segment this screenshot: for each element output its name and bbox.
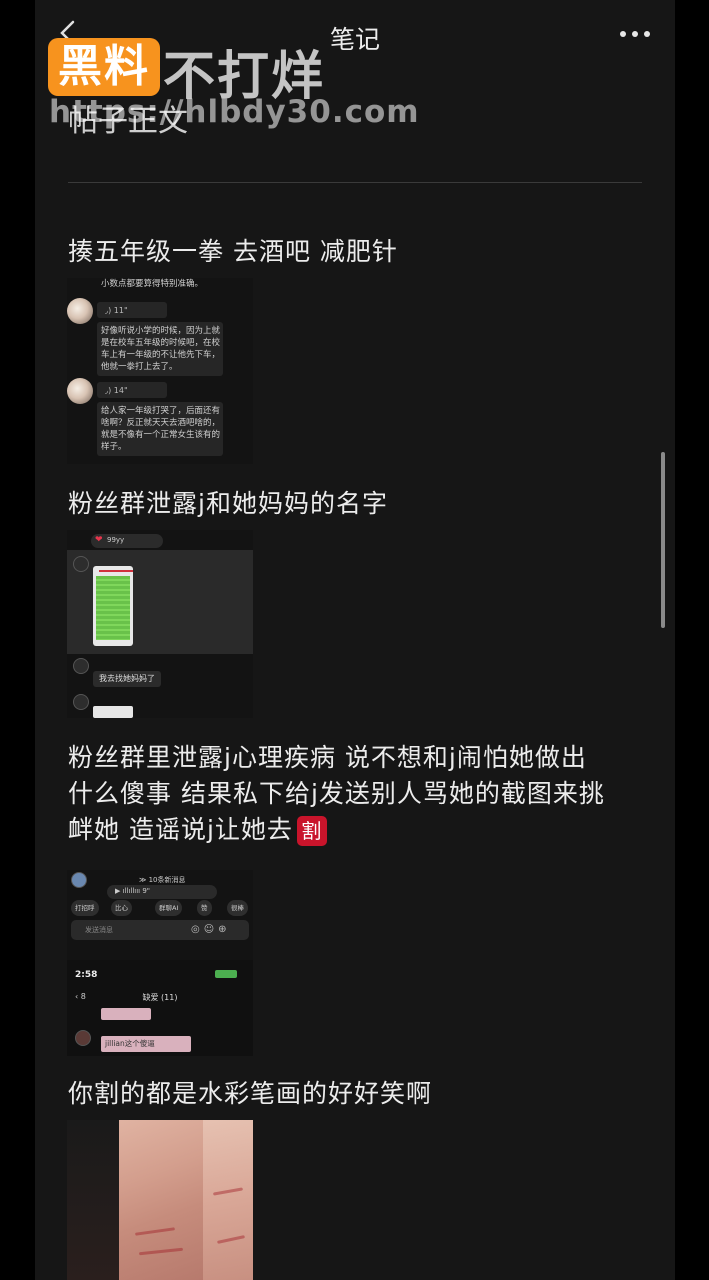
quick-reply-chip[interactable]: 赞 (197, 900, 212, 916)
message-bubble: 我去找她妈妈了 (93, 671, 161, 687)
quick-reply-chip[interactable]: 群聊AI (155, 900, 183, 916)
status-time: 2:58 (75, 970, 98, 980)
section-text-2: 粉丝群泄露j和她妈妈的名字 (68, 489, 388, 518)
watermark-url: https://hlbdy30.com (49, 94, 420, 130)
reaction-tag: 99yy (107, 536, 125, 544)
screenshot-1[interactable]: 小数点都要算得特别准确。 ◞) 11" 好像听说小学的时候，因为上就 是在校车五… (67, 278, 253, 464)
avatar (67, 378, 93, 404)
avatar (73, 556, 89, 572)
divider (68, 182, 642, 183)
note-screen: 笔记 帖子正文 黑料 不打烊 https://hlbdy30.com 揍五年级一… (35, 0, 675, 1280)
chat-name: 缺爱 (11) (142, 993, 178, 1002)
photo-strip (67, 1120, 119, 1280)
input-actions-icon[interactable]: ◎☺⊕ (191, 924, 231, 935)
avatar (67, 298, 93, 324)
more-dots-icon[interactable] (619, 30, 651, 38)
section-text-4: 你割的都是水彩笔画的好好笑啊 (68, 1079, 433, 1108)
message-bubble (101, 1008, 151, 1020)
avatar (71, 872, 87, 888)
section-text-3: 粉丝群里泄露j心理疾病 说不想和j闹怕她做出 什么傻事 结果私下给j发送别人骂她… (68, 740, 648, 848)
screenshot-4[interactable] (67, 1120, 253, 1280)
message-line: 就是不像有一个正常女生该有的 (101, 430, 221, 440)
message-line: 样子。 (101, 442, 127, 452)
quick-reply-chip[interactable]: 比心 (111, 900, 132, 916)
reaction-bar: ❤ 99yy (91, 534, 163, 548)
red-mark (99, 570, 133, 572)
quick-reply-chip[interactable]: 很棒 (227, 900, 248, 916)
chat-line: 小数点都要算得特别准确。 (101, 279, 204, 289)
screenshot-2[interactable]: ❤ 99yy 我去找她妈妈了 (67, 530, 253, 718)
message-line: 好像听说小学的时候，因为上就 (101, 326, 221, 336)
section-text-1: 揍五年级一拳 去酒吧 减肥针 (68, 237, 398, 266)
avatar (73, 694, 89, 710)
voice-duration: ◞) 14" (105, 386, 128, 395)
message-line: 车上有一年级的不让他先下车， (101, 350, 221, 360)
battery-icon (215, 970, 237, 978)
quick-reply-chip[interactable]: 打招呼 (71, 900, 99, 916)
message-line: 是在校车五年级的时候吧，在校 (101, 338, 221, 348)
screenshot-3[interactable]: ▶ ıllıllııı 9" ≫ 10条新消息 打招呼 比心 群聊AI 赞 很棒… (67, 870, 253, 1056)
avatar (75, 1030, 91, 1046)
heart-icon: ❤ (95, 535, 103, 545)
new-messages-indicator[interactable]: ≫ 10条新消息 (139, 875, 185, 885)
scrollbar[interactable] (661, 452, 665, 628)
watermark-logo: 黑料 (48, 38, 160, 96)
cut-emoji-icon: 割 (296, 816, 327, 846)
text-line: 衅她 造谣说j让她去割 (68, 812, 648, 848)
text-line: 什么傻事 结果私下给j发送别人骂她的截图来挑 (68, 779, 605, 808)
avatar (73, 658, 89, 674)
message-line: 啥啊？反正就天天去酒吧啥的， (101, 418, 221, 428)
voice-duration: ▶ ıllıllııı 9" (115, 887, 151, 895)
arm-photo (203, 1120, 253, 1280)
message-bubble: jillian这个傻逼 (101, 1036, 191, 1052)
highlighted-text-block (96, 576, 130, 640)
arm-photo (119, 1120, 203, 1280)
message-line: 他就一拳打上去了。 (101, 362, 178, 372)
message-line: 给人家一年级打哭了，后面还有 (101, 406, 221, 416)
image-message (93, 706, 133, 718)
voice-duration: ◞) 11" (105, 306, 128, 315)
text-line: 粉丝群里泄露j心理疾病 说不想和j闹怕她做出 (68, 743, 587, 772)
